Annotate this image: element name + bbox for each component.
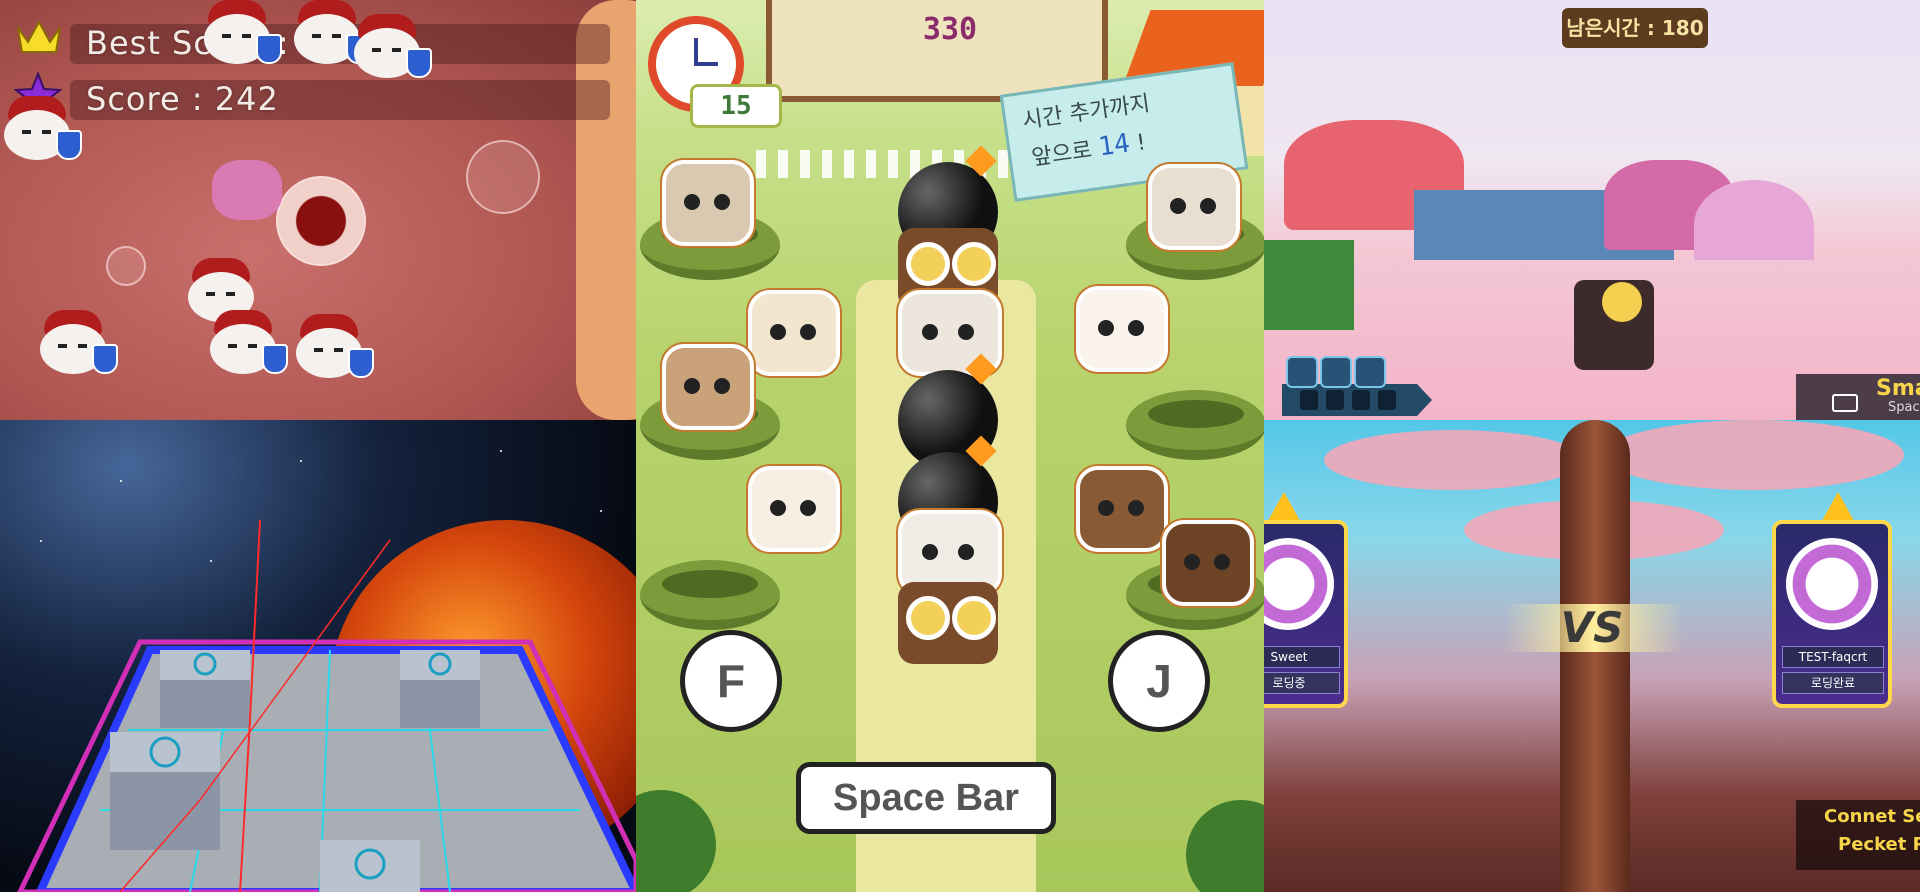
cloud xyxy=(1324,430,1584,490)
white-cat-right xyxy=(1076,286,1168,372)
bubble xyxy=(106,246,146,286)
target-icon[interactable] xyxy=(1320,356,1352,388)
vs-label: VS xyxy=(1560,603,1624,652)
bonus-suffix: ! xyxy=(1135,130,1148,157)
keyboard-icon xyxy=(1832,394,1858,412)
fast-forward-icon[interactable] xyxy=(1354,356,1386,388)
hint-title: Sma xyxy=(1876,376,1920,401)
pet-hole xyxy=(640,560,780,630)
pink-blob xyxy=(212,160,282,220)
calico-cat xyxy=(748,466,840,552)
white-cat xyxy=(1148,164,1240,250)
pet-stack-panel: 330 15 시간 추가까지 앞으로 14 ! F J Space Bar xyxy=(636,0,1264,892)
vs-loading-panel: Sweet 로딩중 TEST-faqcrt 로딩완료 VS Connet Se … xyxy=(1264,420,1920,892)
toast-line1: Connet Se xyxy=(1824,806,1920,827)
space-cube-panel xyxy=(0,420,636,892)
timer-value: 15 xyxy=(690,84,782,128)
germ-enemy xyxy=(292,314,374,378)
germ-enemy xyxy=(0,96,82,160)
item-slot[interactable] xyxy=(1326,390,1344,410)
hint-subtitle: Space xyxy=(1888,400,1920,415)
pet-hole xyxy=(1126,390,1264,460)
score-text: Score : 242 xyxy=(86,80,279,118)
toast-line2: Pecket Pr xyxy=(1838,834,1920,855)
bonus-count: 14 xyxy=(1096,128,1132,163)
microbe-game-panel: Best Score : 74 Score : 242 xyxy=(0,0,636,420)
chocolate-tower xyxy=(1560,420,1630,892)
germ-enemy xyxy=(36,310,118,374)
owl-far-right xyxy=(1162,520,1254,606)
player-hair xyxy=(1602,282,1642,322)
bonus-prefix: 앞으로 xyxy=(1030,137,1094,171)
f-key-button[interactable]: F xyxy=(680,630,782,732)
camera-icon[interactable] xyxy=(1286,356,1318,388)
germ-enemy xyxy=(200,0,282,64)
item-slot[interactable] xyxy=(1352,390,1370,410)
bubble xyxy=(466,140,540,214)
bush xyxy=(1186,800,1264,892)
game-board xyxy=(17,519,636,892)
cupcake-building xyxy=(1694,180,1814,270)
germ-enemy xyxy=(350,14,432,78)
cloud xyxy=(1604,420,1904,490)
owl-right xyxy=(1076,466,1168,552)
item-slot[interactable] xyxy=(1300,390,1318,410)
tree xyxy=(1264,240,1354,330)
beagle-dog xyxy=(748,290,840,376)
bush xyxy=(636,790,716,892)
siamese-cat xyxy=(662,160,754,246)
left-player-status: 로딩중 xyxy=(1264,672,1340,694)
space-bar-button[interactable]: Space Bar xyxy=(796,762,1056,834)
j-key-button[interactable]: J xyxy=(1108,630,1210,732)
crown-icon xyxy=(16,18,62,56)
pug-dog xyxy=(662,344,754,430)
owl-stacked xyxy=(898,582,998,664)
right-player-status: 로딩완료 xyxy=(1782,672,1884,694)
red-cell xyxy=(276,176,366,266)
candy-voxel-panel: 남은시간 : 180 Sma Space xyxy=(1264,0,1920,420)
remaining-time-label: 남은시간 : 180 xyxy=(1562,8,1708,48)
item-slot[interactable] xyxy=(1378,390,1396,410)
germ-enemy xyxy=(206,310,288,374)
